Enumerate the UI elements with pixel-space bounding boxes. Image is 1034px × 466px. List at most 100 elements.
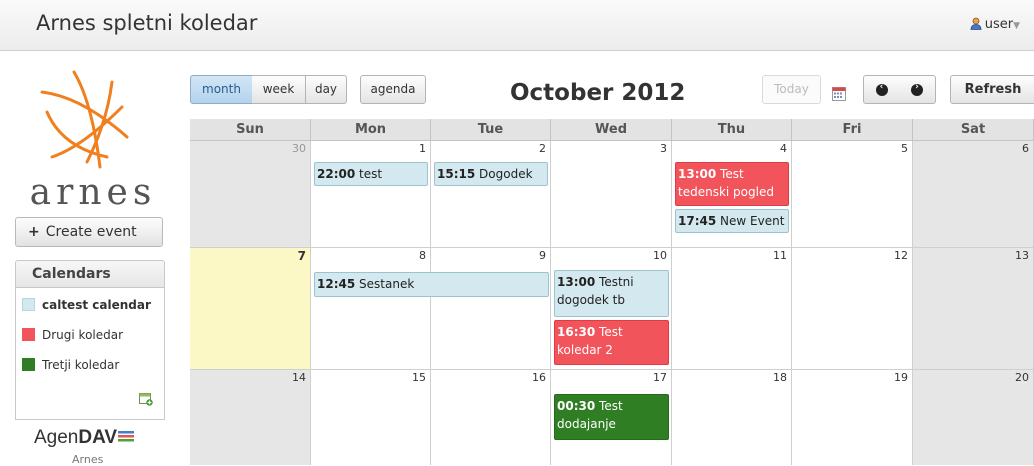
view-day-button[interactable]: day	[306, 75, 347, 104]
day-number: 2	[539, 142, 546, 155]
weekday-header: Sun Mon Tue Wed Thu Fri Sat	[190, 119, 1034, 141]
day-number: 13	[1015, 249, 1029, 262]
day-number: 4	[780, 142, 787, 155]
event-item[interactable]: 15:15 Dogodek	[434, 162, 548, 186]
day-cell[interactable]: 8	[311, 248, 431, 370]
day-cell[interactable]: 16	[431, 370, 551, 465]
refresh-button[interactable]: Refresh	[950, 75, 1034, 104]
plus-icon: +	[28, 224, 40, 240]
calendar-item-label: caltest calendar	[42, 298, 151, 312]
weekday-tue: Tue	[431, 119, 551, 141]
previous-month-button[interactable]: ‹	[863, 75, 900, 104]
view-month-button[interactable]: month	[190, 75, 253, 104]
event-time: 16:30	[557, 325, 596, 339]
event-time: 15:15	[437, 167, 476, 181]
logo-text: arnes	[29, 172, 157, 213]
today-button[interactable]: Today	[762, 75, 821, 104]
view-agenda-button[interactable]: agenda	[360, 75, 426, 104]
chevron-left-icon: ‹	[875, 82, 888, 96]
day-number: 17	[653, 371, 667, 384]
day-cell-today[interactable]: 7	[190, 248, 311, 370]
user-icon	[970, 17, 982, 30]
weekday-sat: Sat	[913, 119, 1034, 141]
app-title: Arnes spletni koledar	[36, 11, 258, 35]
day-number: 19	[894, 371, 908, 384]
day-number: 14	[292, 371, 306, 384]
calendar-picker-icon[interactable]	[832, 87, 846, 101]
day-cell[interactable]: 15	[311, 370, 431, 465]
event-time: 13:00	[557, 275, 596, 289]
calendar-color-swatch	[22, 298, 35, 311]
agendav-prefix: Agen	[34, 427, 79, 448]
day-number: 1	[419, 142, 426, 155]
calendar-item-label: Tretji koledar	[42, 358, 120, 372]
event-item[interactable]: 17:45 New Event	[675, 209, 789, 233]
day-cell[interactable]: 2	[431, 141, 551, 248]
day-cell[interactable]: 6	[913, 141, 1034, 248]
event-time: 17:45	[678, 214, 717, 228]
weekday-mon: Mon	[311, 119, 431, 141]
day-number: 10	[653, 249, 667, 262]
event-title: New Event	[720, 214, 785, 228]
user-menu[interactable]: user▼	[970, 17, 1020, 32]
chevron-right-icon: ›	[911, 82, 923, 96]
day-number: 11	[773, 249, 787, 262]
chevron-down-icon: ▼	[1013, 21, 1020, 31]
day-number: 8	[419, 249, 426, 262]
calendar-item-tretji[interactable]: Tretji koledar	[22, 358, 119, 374]
day-cell[interactable]: 20	[913, 370, 1034, 465]
event-title: Dogodek	[479, 167, 533, 181]
agendav-bold: DAV	[78, 427, 118, 448]
calendar-title: October 2012	[510, 80, 686, 106]
day-number: 12	[894, 249, 908, 262]
user-name: user	[984, 17, 1014, 32]
add-calendar-icon[interactable]	[139, 392, 153, 406]
day-cell[interactable]: 3	[551, 141, 672, 248]
calendar-color-swatch	[22, 358, 35, 371]
event-time: 12:45	[317, 277, 356, 291]
event-time: 22:00	[317, 167, 356, 181]
day-number: 15	[412, 371, 426, 384]
top-bar: Arnes spletni koledar user▼	[0, 0, 1034, 51]
day-cell[interactable]: 11	[672, 248, 792, 370]
day-cell[interactable]: 12	[792, 248, 913, 370]
day-cell[interactable]: 13	[913, 248, 1034, 370]
day-cell[interactable]: 14	[190, 370, 311, 465]
agendav-bars-icon	[118, 431, 135, 442]
day-cell[interactable]: 18	[672, 370, 792, 465]
calendar-list: caltest calendar Drugi koledar Tretji ko…	[15, 288, 165, 420]
weekday-wed: Wed	[551, 119, 672, 141]
weekday-sun: Sun	[190, 119, 311, 141]
day-number: 5	[901, 142, 908, 155]
create-event-button[interactable]: + Create event	[15, 217, 163, 247]
event-title: test	[359, 167, 383, 181]
event-item[interactable]: 00:30 Test dodajanje	[554, 394, 669, 440]
day-number: 3	[660, 142, 667, 155]
day-number: 9	[539, 249, 546, 262]
event-item[interactable]: 22:00 test	[314, 162, 428, 186]
calendar-item-caltest[interactable]: caltest calendar	[22, 298, 151, 314]
view-week-button[interactable]: week	[252, 75, 306, 104]
day-cell[interactable]: 1	[311, 141, 431, 248]
day-cell[interactable]: 30	[190, 141, 311, 248]
month-grid: Sun Mon Tue Wed Thu Fri Sat 30 1 2 3 4 5…	[190, 119, 1034, 465]
event-title: Sestanek	[359, 277, 415, 291]
weekday-thu: Thu	[672, 119, 792, 141]
day-cell[interactable]: 19	[792, 370, 913, 465]
event-item[interactable]: 13:00 Testni dogodek tb	[554, 270, 669, 317]
footer-org: Arnes	[72, 453, 104, 466]
create-event-label: Create event	[45, 224, 137, 240]
next-month-button[interactable]: ›	[899, 75, 936, 104]
day-number: 6	[1022, 142, 1029, 155]
agendav-logo: AgenDAV	[34, 427, 135, 449]
event-item[interactable]: 12:45 Sestanek	[314, 272, 549, 297]
day-cell[interactable]: 5	[792, 141, 913, 248]
day-number: 20	[1015, 371, 1029, 384]
day-cell[interactable]: 9	[431, 248, 551, 370]
weekday-fri: Fri	[792, 119, 913, 141]
event-time: 00:30	[557, 399, 596, 413]
calendar-item-label: Drugi koledar	[42, 328, 124, 342]
event-item[interactable]: 16:30 Test koledar 2	[554, 320, 669, 365]
event-item[interactable]: 13:00 Test tedenski pogled	[675, 162, 789, 206]
calendar-item-drugi[interactable]: Drugi koledar	[22, 328, 123, 344]
